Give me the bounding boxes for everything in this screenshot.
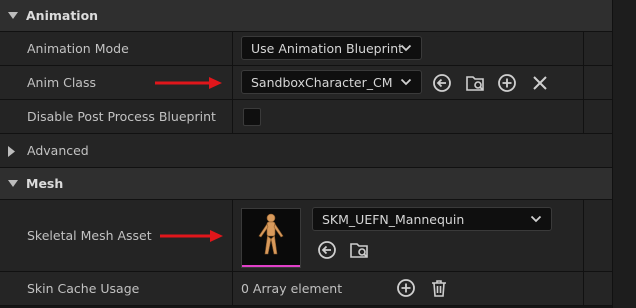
section-title-mesh: Mesh xyxy=(26,176,64,191)
row-disable-post-process: Disable Post Process Blueprint xyxy=(0,100,612,134)
details-panel: Animation Animation Mode Use Animation B… xyxy=(0,0,636,308)
anim-class-dropdown[interactable]: SandboxCharacter_CMC xyxy=(241,70,422,94)
collapse-triangle-icon[interactable] xyxy=(0,11,26,20)
skeletal-mesh-value: SKM_UEFN_Mannequin xyxy=(322,211,465,227)
browse-to-asset-icon[interactable] xyxy=(316,239,338,261)
advanced-label: Advanced xyxy=(27,143,89,158)
chevron-down-icon xyxy=(530,213,542,228)
skin-cache-value: 0 Array element xyxy=(241,281,343,296)
skeletal-mesh-asset-label: Skeletal Mesh Asset xyxy=(27,228,152,243)
section-header-animation[interactable]: Animation xyxy=(0,0,612,32)
row-skeletal-mesh-asset: Skeletal Mesh Asset SKM_UEFN_Mannequin xyxy=(0,200,612,272)
find-in-content-browser-icon[interactable] xyxy=(464,72,486,94)
animation-mode-dropdown[interactable]: Use Animation Blueprint xyxy=(241,36,422,60)
chevron-down-icon xyxy=(400,76,412,91)
row-animation-mode: Animation Mode Use Animation Blueprint xyxy=(0,32,612,66)
thumbnail-asset-color-bar xyxy=(242,265,300,267)
find-in-content-browser-icon[interactable] xyxy=(348,239,370,261)
section-title-animation: Animation xyxy=(26,8,99,23)
red-arrow-icon xyxy=(160,230,223,242)
anim-class-value: SandboxCharacter_CMC xyxy=(251,74,393,90)
trash-icon[interactable] xyxy=(428,277,450,299)
scrollbar-gutter[interactable] xyxy=(612,0,636,308)
add-icon[interactable] xyxy=(395,277,417,299)
expand-triangle-icon[interactable] xyxy=(8,145,16,160)
browse-to-asset-icon[interactable] xyxy=(431,72,453,94)
clear-icon[interactable] xyxy=(529,72,551,94)
animation-mode-value: Use Animation Blueprint xyxy=(251,40,404,56)
collapse-triangle-icon[interactable] xyxy=(0,179,26,188)
section-header-mesh[interactable]: Mesh xyxy=(0,168,612,200)
anim-class-label: Anim Class xyxy=(27,75,96,90)
red-arrow-icon xyxy=(155,77,222,89)
row-anim-class: Anim Class SandboxCharacter_CMC xyxy=(0,66,612,100)
disable-post-process-checkbox[interactable] xyxy=(243,108,261,126)
skeletal-mesh-thumbnail[interactable] xyxy=(241,208,301,268)
animation-mode-label: Animation Mode xyxy=(27,41,129,56)
add-icon[interactable] xyxy=(496,72,518,94)
chevron-down-icon xyxy=(400,42,412,57)
skin-cache-label: Skin Cache Usage xyxy=(27,281,140,296)
disable-post-process-label: Disable Post Process Blueprint xyxy=(27,109,216,124)
row-advanced[interactable]: Advanced xyxy=(0,134,612,168)
skeletal-mesh-dropdown[interactable]: SKM_UEFN_Mannequin xyxy=(312,207,552,231)
row-skin-cache-usage: Skin Cache Usage 0 Array element xyxy=(0,272,612,306)
mannequin-thumbnail-image xyxy=(258,213,284,255)
